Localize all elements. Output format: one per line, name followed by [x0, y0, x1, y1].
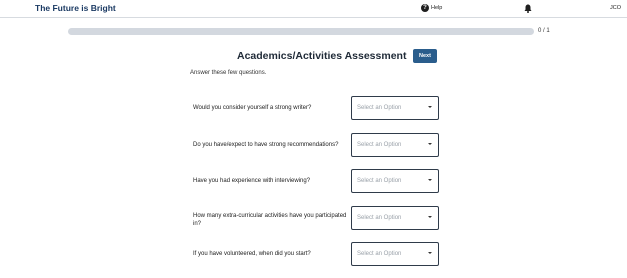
page-title: Academics/Activities Assessment — [237, 50, 407, 62]
notification-bell-icon[interactable] — [524, 4, 532, 13]
intro-text: Answer these few questions. — [190, 70, 267, 76]
question-label: Do you have/expect to have strong recomm… — [193, 142, 339, 148]
chevron-down-icon — [428, 216, 432, 218]
answer-select[interactable]: Select an Option — [351, 242, 439, 266]
question-row: Have you had experience with interviewin… — [0, 169, 627, 193]
question-label: How many extra-curricular activities hav… — [193, 213, 347, 227]
answer-select[interactable]: Select an Option — [351, 169, 439, 193]
select-placeholder: Select an Option — [357, 178, 402, 184]
select-placeholder: Select an Option — [357, 142, 402, 148]
help-link[interactable]: ? Help — [421, 4, 442, 12]
answer-select[interactable]: Select an Option — [351, 96, 439, 120]
help-label: Help — [431, 5, 443, 11]
question-row: Would you consider yourself a strong wri… — [0, 96, 627, 120]
select-placeholder: Select an Option — [357, 215, 402, 221]
select-placeholder: Select an Option — [357, 105, 402, 111]
question-row: If you have volunteered, when did you st… — [0, 242, 627, 266]
brand-logo-text[interactable]: The Future is Bright — [35, 3, 116, 13]
help-icon: ? — [421, 4, 429, 12]
answer-select[interactable]: Select an Option — [351, 133, 439, 157]
select-placeholder: Select an Option — [357, 251, 402, 257]
progress-count: 0 / 1 — [538, 28, 550, 34]
chevron-down-icon — [428, 179, 432, 181]
chevron-down-icon — [428, 106, 432, 108]
question-label: If you have volunteered, when did you st… — [193, 251, 311, 257]
question-row: Do you have/expect to have strong recomm… — [0, 133, 627, 157]
question-row: How many extra-curricular activities hav… — [0, 206, 627, 230]
answer-select[interactable]: Select an Option — [351, 206, 439, 230]
top-navbar: The Future is Bright ? Help JCO — [0, 0, 627, 18]
chevron-down-icon — [428, 252, 432, 254]
question-label: Would you consider yourself a strong wri… — [193, 105, 312, 111]
question-label: Have you had experience with interviewin… — [193, 178, 311, 184]
user-menu[interactable]: JCO — [610, 5, 621, 11]
next-button[interactable]: Next — [413, 49, 437, 63]
progress-bar — [68, 28, 534, 35]
chevron-down-icon — [428, 143, 432, 145]
